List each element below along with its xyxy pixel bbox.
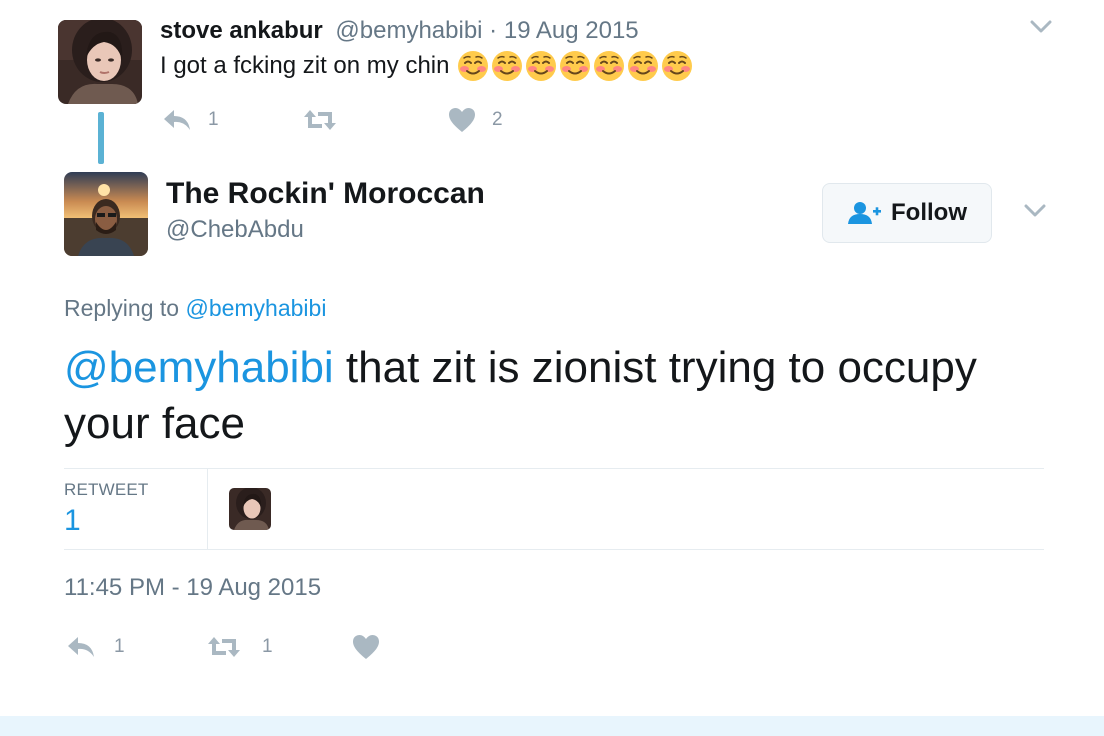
author-handle[interactable]: @ChebAbdu <box>166 214 304 246</box>
thread-connector <box>98 112 104 164</box>
add-user-icon <box>848 202 881 224</box>
stats-bottom-divider <box>64 549 1044 550</box>
blushing-smile-emoji-icon <box>492 51 523 81</box>
emoji-group <box>457 50 695 82</box>
parent-tweet-body: I got a fcking zit on my chin <box>160 52 450 79</box>
retweeter-avatar[interactable] <box>229 488 271 530</box>
heart-icon <box>449 108 475 132</box>
parent-reply-button[interactable]: 1 <box>162 108 302 132</box>
replying-to: Replying to @bemyhabibi <box>64 292 326 324</box>
retweet-icon <box>304 110 336 130</box>
author-name[interactable]: The Rockin' Moroccan <box>166 176 485 212</box>
parent-like-count: 2 <box>492 109 503 130</box>
tweet-actions: 1 1 <box>66 630 380 664</box>
retweet-stat-label: RETWEET <box>64 480 149 499</box>
parent-retweet-button[interactable] <box>302 108 448 132</box>
reply-count: 1 <box>114 636 125 657</box>
blushing-smile-emoji-icon <box>526 51 557 81</box>
parent-like-button[interactable]: 2 <box>448 107 503 133</box>
like-button[interactable] <box>352 634 380 660</box>
parent-tweet-header: stove ankabur @bemyhabibi · 19 Aug 2015 <box>160 16 639 46</box>
author-avatar[interactable] <box>64 172 148 256</box>
parent-avatar[interactable] <box>58 20 142 104</box>
chevron-down-icon <box>1024 204 1046 217</box>
blushing-smile-emoji-icon <box>458 51 489 81</box>
blushing-smile-emoji-icon <box>560 51 591 81</box>
heart-icon <box>353 635 379 659</box>
retweet-stat-count[interactable]: 1 <box>64 503 81 539</box>
parent-tweet-text: I got a fcking zit on my chin <box>160 50 695 82</box>
tweet-timestamp[interactable]: 11:45 PM - 19 Aug 2015 <box>64 572 321 604</box>
stats-separator <box>207 469 208 549</box>
tweet-text: @bemyhabibi that zit is zionist trying t… <box>64 340 1024 452</box>
retweet-button[interactable]: 1 <box>206 635 352 659</box>
header-separator: · <box>482 17 504 44</box>
chevron-down-icon <box>1030 20 1052 33</box>
tweet-more-button[interactable] <box>1024 204 1046 218</box>
blushing-smile-emoji-icon <box>594 51 625 81</box>
retweet-count: 1 <box>262 636 273 657</box>
replying-to-label: Replying to <box>64 295 186 321</box>
reply-composer-band <box>0 716 1104 736</box>
parent-reply-count: 1 <box>208 109 219 130</box>
blushing-smile-emoji-icon <box>662 51 693 81</box>
mention-link[interactable]: @bemyhabibi <box>64 343 334 392</box>
replying-to-link[interactable]: @bemyhabibi <box>185 295 326 321</box>
retweet-icon <box>208 637 240 657</box>
parent-author-name[interactable]: stove ankabur <box>160 17 323 44</box>
stats-top-divider <box>64 468 1044 469</box>
parent-more-button[interactable] <box>1030 20 1052 34</box>
follow-button[interactable]: Follow <box>822 183 992 243</box>
parent-tweet-date[interactable]: 19 Aug 2015 <box>504 17 639 44</box>
follow-button-label: Follow <box>891 199 967 226</box>
reply-button[interactable]: 1 <box>66 635 206 659</box>
blushing-smile-emoji-icon <box>628 51 659 81</box>
tweet-detail-page: stove ankabur @bemyhabibi · 19 Aug 2015 … <box>0 0 1104 736</box>
parent-actions: 1 2 <box>162 104 503 136</box>
reply-icon <box>68 637 94 657</box>
parent-author-handle[interactable]: @bemyhabibi <box>335 17 482 44</box>
reply-icon <box>164 110 190 130</box>
